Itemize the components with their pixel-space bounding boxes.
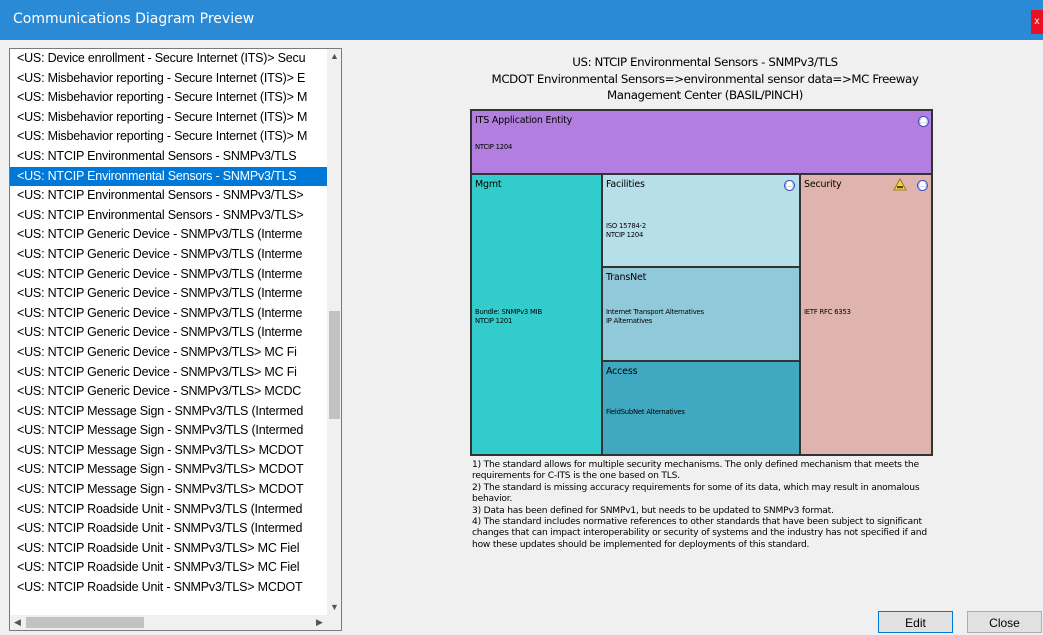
scroll-down-icon[interactable]: ▼ (327, 600, 341, 615)
layer-standard-2: IP Alternatives (606, 317, 653, 325)
list-item[interactable]: <US: Misbehavior reporting - Secure Inte… (10, 127, 327, 147)
list-item[interactable]: <US: NTCIP Generic Device - SNMPv3/TLS (… (10, 225, 327, 245)
scroll-left-icon[interactable]: ◀ (10, 615, 25, 630)
layer-standard-1: Internet Transport Alternatives (606, 308, 704, 316)
access-layer[interactable]: Access FieldSubNet Alternatives (602, 361, 800, 455)
list-item[interactable]: <US: NTCIP Generic Device - SNMPv3/TLS (… (10, 265, 327, 285)
protocol-stack-diagram: ITS Application Entity NTCIP 1204 (...) … (470, 109, 933, 456)
diagram-title: US: NTCIP Environmental Sensors - SNMPv3… (470, 54, 940, 104)
layer-standard: NTCIP 1204 (475, 143, 513, 151)
list-item[interactable]: <US: NTCIP Generic Device - SNMPv3/TLS (… (10, 323, 327, 343)
its-application-entity-layer[interactable]: ITS Application Entity NTCIP 1204 (...) (471, 110, 932, 174)
diagram-note: 4) The standard includes normative refer… (472, 517, 927, 550)
layer-standard-1: ISO 15784-2 (606, 222, 647, 230)
horizontal-scroll-thumb[interactable] (26, 617, 144, 628)
footnote-icon[interactable]: (...) (918, 116, 929, 127)
footnote-icon[interactable]: (...) (784, 180, 795, 191)
list-item[interactable]: <US: NTCIP Generic Device - SNMPv3/TLS> … (10, 382, 327, 402)
list-item[interactable]: <US: NTCIP Message Sign - SNMPv3/TLS (In… (10, 421, 327, 441)
footnote-icon[interactable]: (...) (917, 180, 928, 191)
diagram-note: 1) The standard allows for multiple secu… (472, 460, 919, 482)
list-item[interactable]: <US: NTCIP Roadside Unit - SNMPv3/TLS> M… (10, 578, 327, 598)
layer-standard: FieldSubNet Alternatives (606, 408, 685, 416)
layer-standard: IETF RFC 6353 (804, 308, 851, 316)
flow-list: <US: Device enrollment - Secure Internet… (10, 49, 327, 615)
list-item[interactable]: <US: NTCIP Message Sign - SNMPv3/TLS> MC… (10, 441, 327, 461)
diagram-title-line-3: Management Center (BASIL/PINCH) (607, 88, 803, 102)
layer-name: ITS Application Entity (475, 115, 573, 126)
close-button[interactable]: Close (967, 611, 1042, 633)
layer-name: Facilities (606, 179, 645, 190)
edit-button[interactable]: Edit (878, 611, 953, 633)
list-item[interactable]: <US: NTCIP Environmental Sensors - SNMPv… (10, 147, 327, 167)
list-item[interactable]: <US: NTCIP Generic Device - SNMPv3/TLS (… (10, 245, 327, 265)
mgmt-layer[interactable]: Mgmt Bundle: SNMPv3 MIB NTCIP 1201 (471, 174, 602, 455)
horizontal-scrollbar[interactable]: ◀ ▶ (10, 615, 327, 630)
diagram-note: 3) Data has been defined for SNMPv1, but… (472, 505, 834, 516)
list-item[interactable]: <US: NTCIP Environmental Sensors - SNMPv… (10, 206, 327, 226)
window-title: Communications Diagram Preview (13, 11, 255, 27)
vertical-scrollbar[interactable]: ▲ ▼ (327, 49, 341, 615)
list-item[interactable]: <US: NTCIP Environmental Sensors - SNMPv… (10, 186, 327, 206)
list-item[interactable]: <US: NTCIP Message Sign - SNMPv3/TLS (In… (10, 402, 327, 422)
layer-name: TransNet (606, 272, 647, 283)
diagram-title-line-2: MCDOT Environmental Sensors=>environment… (491, 71, 919, 86)
security-layer[interactable]: Security IETF RFC 6353 (...) (800, 174, 932, 455)
list-item[interactable]: <US: Device enrollment - Secure Internet… (10, 49, 327, 69)
scroll-corner (327, 615, 341, 630)
list-item[interactable]: <US: NTCIP Roadside Unit - SNMPv3/TLS (I… (10, 500, 327, 520)
list-item[interactable]: <US: Misbehavior reporting - Secure Inte… (10, 88, 327, 108)
list-item[interactable]: <US: NTCIP Roadside Unit - SNMPv3/TLS (I… (10, 519, 327, 539)
list-item[interactable]: <US: NTCIP Generic Device - SNMPv3/TLS (… (10, 284, 327, 304)
flow-listbox[interactable]: <US: Device enrollment - Secure Internet… (9, 48, 342, 631)
layer-name: Mgmt (475, 179, 502, 190)
list-item[interactable]: <US: NTCIP Roadside Unit - SNMPv3/TLS> M… (10, 539, 327, 559)
scroll-right-icon[interactable]: ▶ (312, 615, 327, 630)
window-close-button[interactable]: x (1031, 10, 1043, 34)
scroll-up-icon[interactable]: ▲ (327, 49, 341, 64)
layer-standard-2: NTCIP 1201 (475, 317, 513, 325)
titlebar: Communications Diagram Preview x (0, 0, 1043, 40)
warning-icon[interactable] (893, 178, 907, 191)
layer-standard-2: NTCIP 1204 (606, 231, 644, 239)
list-item[interactable]: <US: NTCIP Generic Device - SNMPv3/TLS (… (10, 304, 327, 324)
list-item[interactable]: <US: NTCIP Generic Device - SNMPv3/TLS> … (10, 363, 327, 383)
diagram-notes: 1) The standard allows for multiple secu… (472, 460, 942, 551)
layer-name: Access (606, 366, 638, 377)
list-item[interactable]: <US: Misbehavior reporting - Secure Inte… (10, 69, 327, 89)
diagram-title-line-1: US: NTCIP Environmental Sensors - SNMPv3… (572, 55, 838, 69)
facilities-layer[interactable]: Facilities ISO 15784-2 NTCIP 1204 (...) (602, 174, 800, 267)
list-item[interactable]: <US: NTCIP Roadside Unit - SNMPv3/TLS> M… (10, 558, 327, 578)
list-item[interactable]: <US: NTCIP Generic Device - SNMPv3/TLS> … (10, 343, 327, 363)
list-item[interactable]: <US: Misbehavior reporting - Secure Inte… (10, 108, 327, 128)
layer-standard-1: Bundle: SNMPv3 MIB (475, 308, 542, 316)
list-item[interactable]: <US: NTCIP Message Sign - SNMPv3/TLS> MC… (10, 480, 327, 500)
vertical-scroll-thumb[interactable] (329, 311, 340, 419)
list-item[interactable]: <US: NTCIP Message Sign - SNMPv3/TLS> MC… (10, 460, 327, 480)
transnet-layer[interactable]: TransNet Internet Transport Alternatives… (602, 267, 800, 361)
diagram-note: 2) The standard is missing accuracy requ… (472, 482, 920, 505)
list-item-selected[interactable]: <US: NTCIP Environmental Sensors - SNMPv… (10, 166, 327, 187)
layer-name: Security (804, 179, 842, 190)
